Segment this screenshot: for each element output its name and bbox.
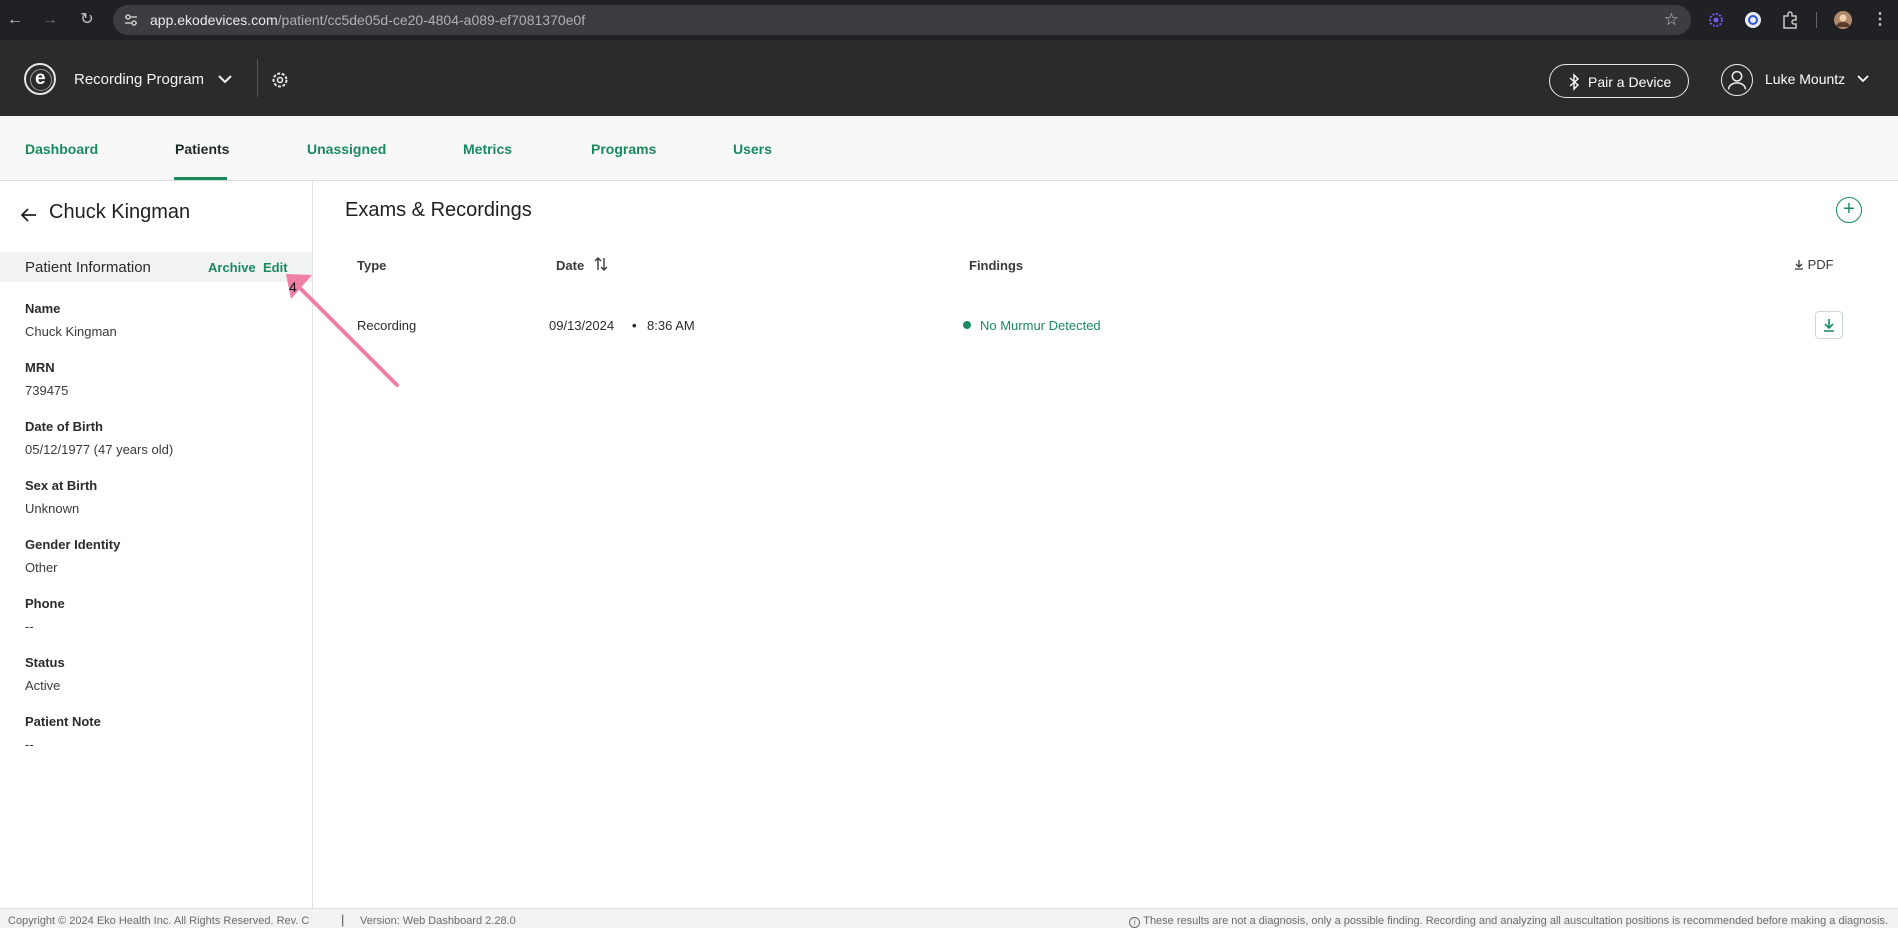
download-icon: [1795, 260, 1803, 270]
tab-metrics[interactable]: Metrics: [463, 141, 512, 157]
toolbar-divider: [1816, 12, 1817, 28]
tab-unassigned[interactable]: Unassigned: [307, 141, 386, 157]
footer-copyright: Copyright © 2024 Eko Health Inc. All Rig…: [8, 915, 310, 927]
tab-users[interactable]: Users: [733, 141, 772, 157]
pair-device-button[interactable]: Pair a Device: [1549, 64, 1689, 98]
address-bar[interactable]: app.ekodevices.com/patient/cc5de05d-ce20…: [113, 5, 1691, 35]
footer-disclaimer: i These results are not a diagnosis, only…: [1129, 915, 1888, 928]
footer-disclaimer-text: These results are not a diagnosis, only …: [1143, 915, 1888, 927]
page-footer: Copyright © 2024 Eko Health Inc. All Rig…: [0, 908, 1898, 928]
field-label-gender: Gender Identity: [25, 537, 121, 552]
field-value-name: Chuck Kingman: [25, 324, 117, 339]
app-header: e Recording Program Pair a Device Luke M…: [0, 40, 1898, 116]
column-header-pdf[interactable]: PDF: [1794, 257, 1834, 272]
user-avatar-icon[interactable]: [1721, 64, 1753, 96]
field-label-phone: Phone: [25, 596, 65, 611]
tab-patients[interactable]: Patients: [175, 141, 229, 157]
field-label-dob: Date of Birth: [25, 419, 103, 434]
url-text[interactable]: app.ekodevices.com/patient/cc5de05d-ce20…: [150, 12, 585, 28]
tab-dashboard[interactable]: Dashboard: [25, 141, 98, 157]
tab-programs[interactable]: Programs: [591, 141, 656, 157]
field-label-name: Name: [25, 301, 61, 316]
reload-icon[interactable]: ↻: [77, 10, 97, 30]
url-host: app.ekodevices.com: [150, 12, 278, 28]
field-value-note: --: [25, 737, 34, 752]
field-label-status: Status: [25, 655, 65, 670]
column-header-findings: Findings: [969, 258, 1024, 273]
back-arrow-icon[interactable]: ←: [5, 10, 25, 30]
patient-info-title: Patient Information: [25, 259, 151, 276]
field-value-status: Active: [25, 678, 61, 693]
field-label-note: Patient Note: [25, 714, 101, 729]
annotation-label: 4: [289, 279, 297, 295]
info-icon: i: [1129, 917, 1141, 928]
profile-avatar[interactable]: [1833, 10, 1853, 30]
chevron-down-icon[interactable]: [215, 71, 235, 87]
field-value-gender: Other: [25, 560, 58, 575]
download-pdf-button[interactable]: [1815, 311, 1843, 339]
logo-letter: e: [35, 68, 46, 89]
forward-arrow-icon[interactable]: →: [40, 10, 60, 30]
finding-status-dot: [963, 321, 971, 329]
active-tab-indicator: [174, 177, 227, 180]
field-label-mrn: MRN: [25, 360, 55, 375]
patient-sidebar: Chuck Kingman Patient Information Archiv…: [0, 181, 313, 908]
row-date: 09/13/2024: [549, 318, 615, 333]
field-label-sex: Sex at Birth: [25, 478, 98, 493]
field-value-phone: --: [25, 619, 34, 634]
exams-title: Exams & Recordings: [345, 199, 532, 221]
url-path: /patient/cc5de05d-ce20-4804-a089-ef70813…: [277, 12, 586, 28]
eko-logo: e: [24, 63, 56, 95]
field-value-dob: 05/12/1977 (47 years old): [25, 442, 174, 457]
field-value-sex: Unknown: [25, 501, 80, 516]
row-date-separator: •: [632, 318, 637, 333]
browser-toolbar: ← → ↻ app.ekodevices.com/patient/cc5de05…: [0, 0, 1898, 40]
column-header-date[interactable]: Date: [556, 258, 584, 273]
extension-icon[interactable]: [1706, 10, 1726, 30]
patient-name-title: Chuck Kingman: [49, 201, 191, 223]
row-time: 8:36 AM: [647, 318, 695, 333]
row-finding[interactable]: No Murmur Detected: [980, 318, 1101, 333]
back-arrow-icon[interactable]: [20, 207, 38, 223]
main-nav-tabs: Dashboard Patients Unassigned Metrics Pr…: [0, 116, 1898, 181]
program-selector-label[interactable]: Recording Program: [74, 71, 204, 88]
star-icon[interactable]: ☆: [1664, 10, 1679, 30]
add-recording-button[interactable]: +: [1836, 197, 1862, 223]
annotation-arrow: [286, 274, 399, 387]
puzzle-icon[interactable]: [1780, 10, 1800, 30]
header-divider: [257, 59, 258, 97]
bluetooth-icon: [1569, 73, 1580, 91]
chevron-down-icon[interactable]: [1855, 71, 1871, 87]
footer-separator: |: [341, 912, 345, 927]
pdf-label: PDF: [1807, 257, 1834, 272]
kebab-menu-icon[interactable]: ⋮: [1870, 10, 1890, 30]
field-value-mrn: 739475: [25, 383, 69, 398]
gear-icon[interactable]: [270, 70, 290, 90]
download-icon: [1824, 319, 1834, 332]
archive-button[interactable]: Archive: [208, 260, 256, 275]
sort-icon[interactable]: [594, 256, 608, 272]
footer-version: Version: Web Dashboard 2.28.0: [360, 915, 516, 927]
extension-icon[interactable]: [1743, 10, 1763, 30]
pair-device-label: Pair a Device: [1588, 74, 1672, 90]
patient-info-header: Patient Information Archive Edit: [0, 252, 312, 282]
site-settings-icon[interactable]: [123, 12, 139, 28]
user-name[interactable]: Luke Mountz: [1765, 71, 1845, 87]
